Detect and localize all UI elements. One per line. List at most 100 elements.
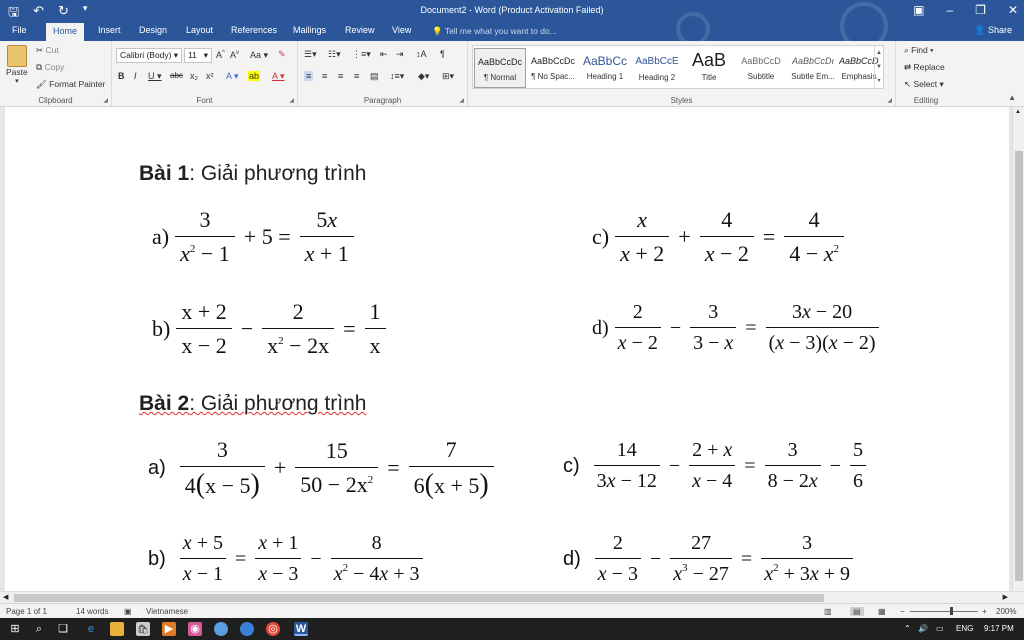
dialog-launcher-icon[interactable]: ◢ bbox=[103, 97, 108, 104]
zoom-slider-thumb[interactable] bbox=[950, 607, 953, 615]
close-icon[interactable]: ✕ bbox=[1008, 3, 1018, 17]
style-normal[interactable]: AaBbCcDc ¶ Normal bbox=[474, 48, 526, 88]
change-case-icon[interactable]: Aa ▾ bbox=[250, 50, 268, 61]
style-title[interactable]: AaB Title bbox=[683, 48, 735, 88]
borders-icon[interactable]: ⊞▾ bbox=[442, 71, 454, 82]
zoom-slider[interactable] bbox=[910, 611, 978, 612]
subscript-icon[interactable]: x₂ bbox=[190, 71, 198, 81]
highlight-icon[interactable]: ab bbox=[248, 71, 261, 81]
copy-button[interactable]: ⧉ Copy bbox=[36, 62, 64, 73]
font-name-select[interactable]: Calibri (Body) ▾ bbox=[116, 48, 182, 63]
line-spacing-icon[interactable]: ↕≡▾ bbox=[390, 71, 404, 82]
language-status[interactable]: Vietnamese bbox=[146, 607, 188, 616]
collapse-ribbon-icon[interactable]: ▲ bbox=[1008, 93, 1016, 102]
decrease-indent-icon[interactable]: ⇤ bbox=[380, 49, 388, 60]
style-heading-1[interactable]: AaBbCc Heading 1 bbox=[579, 48, 631, 88]
tab-layout[interactable]: Layout bbox=[186, 25, 213, 35]
windows-start-icon[interactable]: ⊞ bbox=[8, 622, 22, 636]
task-view-icon[interactable]: ❑ bbox=[56, 622, 70, 636]
web-layout-icon[interactable]: ▦ bbox=[878, 607, 886, 616]
align-center-icon[interactable]: ≡ bbox=[322, 71, 327, 81]
distributed-icon[interactable]: ▤ bbox=[370, 71, 379, 82]
shading-icon[interactable]: ◆▾ bbox=[418, 71, 429, 82]
find-button[interactable]: ⌕ Find ▾ bbox=[904, 45, 934, 56]
dialog-launcher-icon[interactable]: ◢ bbox=[289, 97, 294, 104]
zoom-out-icon[interactable]: − bbox=[900, 607, 905, 616]
strikethrough-icon[interactable]: abc bbox=[170, 71, 183, 80]
align-left-icon[interactable]: ≡ bbox=[304, 71, 314, 81]
word-icon[interactable]: W bbox=[294, 622, 308, 636]
text-effects-icon[interactable]: A ▾ bbox=[226, 71, 239, 82]
horizontal-scrollbar[interactable]: ◀ ▶ bbox=[0, 591, 1024, 603]
tab-mailings[interactable]: Mailings bbox=[293, 25, 326, 35]
zoom-in-icon[interactable]: + bbox=[982, 607, 987, 616]
select-button[interactable]: ↖ Select ▾ bbox=[904, 79, 944, 90]
word-count[interactable]: 14 words bbox=[76, 607, 108, 616]
restore-icon[interactable]: ❐ bbox=[975, 3, 986, 17]
file-explorer-icon[interactable] bbox=[110, 622, 124, 636]
tab-references[interactable]: References bbox=[231, 25, 277, 35]
tab-design[interactable]: Design bbox=[139, 25, 167, 35]
align-right-icon[interactable]: ≡ bbox=[338, 71, 343, 81]
page-count[interactable]: Page 1 of 1 bbox=[6, 607, 47, 616]
justify-icon[interactable]: ≡ bbox=[354, 71, 359, 81]
format-painter-button[interactable]: 🖌 Format Painter bbox=[36, 79, 105, 90]
network-icon[interactable]: ▭ bbox=[936, 624, 944, 633]
clear-formatting-icon[interactable]: ✎ bbox=[278, 49, 286, 60]
print-layout-icon[interactable]: ▤ bbox=[850, 607, 864, 616]
style-subtitle[interactable]: AaBbCcD Subtitle bbox=[735, 48, 787, 88]
read-mode-icon[interactable]: ▥ bbox=[824, 607, 832, 616]
tab-home[interactable]: Home bbox=[46, 23, 85, 41]
bullets-icon[interactable]: ☰▾ bbox=[304, 49, 317, 60]
style-emphasis[interactable]: AaBbCcDı Emphasis bbox=[839, 48, 879, 88]
volume-icon[interactable]: 🔊 bbox=[918, 624, 928, 633]
font-color-icon[interactable]: A ▾ bbox=[272, 71, 285, 82]
app-icon[interactable]: ◉ bbox=[188, 622, 202, 636]
scroll-up-icon[interactable]: ▲ bbox=[1015, 109, 1021, 115]
grow-font-icon[interactable]: A^ bbox=[216, 50, 225, 60]
paste-button[interactable]: Paste ▾ bbox=[6, 45, 28, 85]
shrink-font-icon[interactable]: Av bbox=[230, 50, 239, 60]
tell-me-search[interactable]: 💡 Tell me what you want to do... bbox=[432, 26, 557, 37]
browser-icon[interactable] bbox=[240, 622, 254, 636]
search-icon[interactable]: ⌕ bbox=[32, 622, 46, 636]
tab-insert[interactable]: Insert bbox=[98, 25, 121, 35]
zoom-level[interactable]: 200% bbox=[996, 607, 1016, 616]
styles-scroll[interactable]: ▲ ▼ ▾ bbox=[874, 46, 883, 88]
document-page[interactable]: Bài 1: Giải phương trình a) 3 x2 − 1 + 5 … bbox=[5, 107, 1009, 591]
style-subtle-emphasis[interactable]: AaBbCcDı Subtle Em... bbox=[787, 48, 839, 88]
cut-button[interactable]: ✂ Cut bbox=[36, 45, 59, 56]
edge-icon[interactable]: e bbox=[84, 622, 98, 636]
minimize-icon[interactable]: – bbox=[946, 3, 953, 17]
bold-icon[interactable]: B bbox=[118, 71, 125, 81]
proofing-icon[interactable]: ▣ bbox=[124, 607, 132, 616]
app-icon[interactable] bbox=[214, 622, 228, 636]
multilevel-list-icon[interactable]: ⋮≡▾ bbox=[352, 49, 371, 60]
ribbon-display-options-icon[interactable]: ▣ bbox=[913, 3, 924, 17]
tab-file[interactable]: File bbox=[12, 25, 27, 35]
tab-view[interactable]: View bbox=[392, 25, 411, 35]
numbering-icon[interactable]: ☷▾ bbox=[328, 49, 341, 60]
pilcrow-icon[interactable]: ¶ bbox=[440, 49, 445, 59]
share-button[interactable]: 👤 Share bbox=[974, 25, 1012, 36]
replace-button[interactable]: ⇄ Replace bbox=[904, 62, 945, 73]
input-language[interactable]: ENG bbox=[956, 624, 973, 633]
sort-icon[interactable]: ↕A bbox=[416, 49, 427, 59]
superscript-icon[interactable]: x² bbox=[206, 71, 214, 81]
clock[interactable]: 9:17 PM bbox=[984, 624, 1014, 633]
vertical-scrollbar[interactable]: ▲ bbox=[1012, 107, 1024, 591]
dialog-launcher-icon[interactable]: ◢ bbox=[887, 97, 892, 104]
increase-indent-icon[interactable]: ⇥ bbox=[396, 49, 404, 60]
scroll-left-icon[interactable]: ◀ bbox=[3, 593, 8, 601]
tab-review[interactable]: Review bbox=[345, 25, 375, 35]
chrome-icon[interactable]: ◎ bbox=[266, 622, 280, 636]
dialog-launcher-icon[interactable]: ◢ bbox=[459, 97, 464, 104]
style-heading-2[interactable]: AaBbCcE Heading 2 bbox=[631, 48, 683, 88]
underline-icon[interactable]: U ▾ bbox=[148, 71, 162, 82]
tray-up-icon[interactable]: ⌃ bbox=[904, 624, 911, 633]
italic-icon[interactable]: I bbox=[134, 71, 137, 81]
scroll-thumb[interactable] bbox=[1015, 151, 1023, 581]
store-icon[interactable]: 🛍 bbox=[136, 622, 150, 636]
scroll-right-icon[interactable]: ▶ bbox=[1003, 593, 1008, 601]
font-size-select[interactable]: 11 ▾ bbox=[184, 48, 212, 63]
